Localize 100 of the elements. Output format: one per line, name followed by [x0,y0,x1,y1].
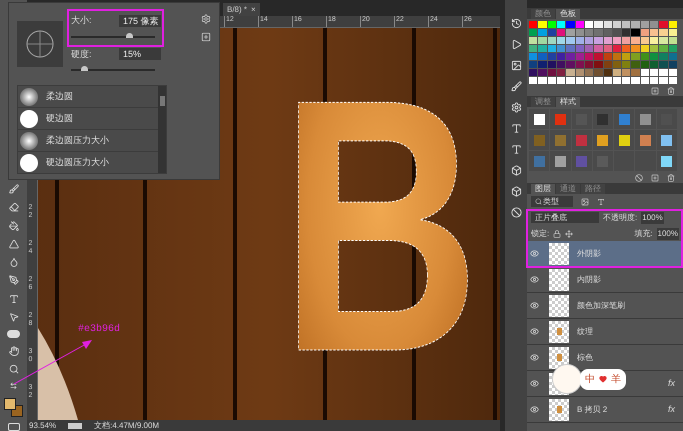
document-size: 文档:4.47M/9.00M [94,420,160,431]
panel-tab[interactable]: 样式 [556,97,580,107]
hardness-input[interactable]: 15% [119,48,161,60]
layer-row[interactable]: 外阴影 [527,241,683,267]
move-icon[interactable] [565,230,574,238]
type-icon[interactable] [597,198,605,206]
hand-icon[interactable] [8,346,20,356]
slider-thumb[interactable] [126,32,133,38]
play-icon[interactable] [510,39,522,50]
history-icon[interactable] [510,18,522,29]
layer-row[interactable]: 内阴影 [527,267,683,293]
style-swatch[interactable] [614,109,634,129]
panel-tab[interactable]: 通道 [556,184,580,194]
style-swatch[interactable] [550,151,571,171]
style-swatch[interactable] [635,130,656,150]
settings-icon[interactable] [510,102,522,113]
pointer-icon[interactable] [8,312,20,322]
style-swatch[interactable] [572,151,592,171]
layer-name: 棕色 [577,352,593,364]
style-swatch[interactable] [635,109,656,129]
style-swatch[interactable] [550,130,571,150]
eraser-icon[interactable] [8,202,20,212]
status-menu-icon[interactable] [68,422,82,428]
panel-tab[interactable]: 色板 [556,9,580,19]
cube-icon[interactable] [510,165,522,176]
visibility-eye-icon[interactable] [530,249,538,258]
brush-preset-item[interactable]: 硬边圆 [18,108,158,129]
visibility-eye-icon[interactable] [530,353,538,362]
blend-mode-dropdown[interactable]: 正片叠底 [531,212,599,223]
pen-icon[interactable] [8,275,20,286]
brush-angle-preview[interactable] [17,21,63,67]
style-swatch[interactable] [529,130,550,150]
scrollbar[interactable] [158,86,166,173]
hardness-label: 硬度: [71,48,93,60]
panel-tab[interactable]: 颜色 [531,9,555,19]
lock-icon[interactable] [553,230,562,238]
type-icon[interactable] [510,123,522,134]
style-swatch[interactable] [529,109,550,129]
brush-icon[interactable] [8,184,20,194]
style-swatch[interactable] [592,109,614,129]
style-swatch[interactable] [656,151,677,171]
search-icon [535,198,542,205]
image-icon[interactable] [510,60,522,71]
lock-label: 锁定: [531,228,550,240]
trash-icon[interactable] [667,87,675,95]
new-style-icon[interactable] [651,174,659,182]
style-swatch[interactable] [656,130,677,150]
layer-row[interactable]: 棕色 [527,345,683,371]
visibility-eye-icon[interactable] [530,379,538,388]
fill-input[interactable]: 100% [656,228,679,240]
document-tab[interactable]: B/8) * × [223,3,260,16]
opacity-input[interactable]: 100% [641,212,664,224]
brush-icon[interactable] [510,81,522,92]
style-swatch[interactable] [529,151,550,171]
foreground-color-swatch[interactable] [4,398,16,410]
type-icon[interactable] [8,294,20,304]
style-swatch[interactable] [572,130,592,150]
new-preset-icon[interactable] [201,32,211,42]
layer-row[interactable]: 颜色加深笔刷 [527,293,683,319]
layer-row[interactable]: 纹理 [527,319,683,345]
zoom-level[interactable]: 93.54% [29,420,56,431]
image-icon[interactable] [581,198,589,206]
panel-tab[interactable]: 路径 [581,184,605,194]
visibility-eye-icon[interactable] [530,327,538,336]
box-icon[interactable] [510,186,522,197]
style-swatch[interactable] [550,109,571,129]
layer-name: 外阴影 [577,248,601,260]
color-annotation: #e3b96d [78,322,120,337]
style-swatch[interactable] [592,130,614,150]
clear-style-icon[interactable] [635,174,643,182]
brush-preset-item[interactable]: 柔边圆压力大小 [18,130,158,151]
panel-tab[interactable]: 图层 [531,184,555,194]
visibility-eye-icon[interactable] [530,301,538,310]
style-swatch[interactable] [614,130,634,150]
slider-thumb[interactable] [80,66,88,71]
effects-badge[interactable]: fx [668,402,675,416]
triangle-icon[interactable] [8,238,20,249]
swap-arrows-icon[interactable] [9,382,18,390]
effects-badge[interactable]: fx [668,376,675,390]
close-tab-button[interactable]: × [251,4,256,16]
layer-thumbnail [549,294,569,316]
drop-icon[interactable] [8,257,20,268]
visibility-eye-icon[interactable] [530,405,538,414]
size-input[interactable]: 175 像素 [119,14,161,27]
trash-icon[interactable] [667,174,675,182]
zoom-icon[interactable] [8,364,20,374]
soft-brush-icon [20,88,38,106]
hard-brush-icon [20,110,38,128]
sticker-text: 中 [585,372,595,386]
paint-bucket-icon[interactable] [8,220,20,231]
quick-mask-icon[interactable] [8,422,20,431]
panel-tab[interactable]: 调整 [531,97,555,107]
brush-preset-item[interactable]: 硬边圆压力大小 [18,152,158,173]
layer-name: 纹理 [577,326,593,338]
brush-preset-item[interactable]: 柔边圆 [18,86,158,107]
filter-dropdown[interactable]: 类型 [531,196,573,207]
layer-row[interactable]: B 拷贝 2 fx [527,397,683,423]
new-swatch-icon[interactable] [651,87,659,95]
settings-icon[interactable] [201,14,211,24]
visibility-eye-icon[interactable] [530,275,538,284]
